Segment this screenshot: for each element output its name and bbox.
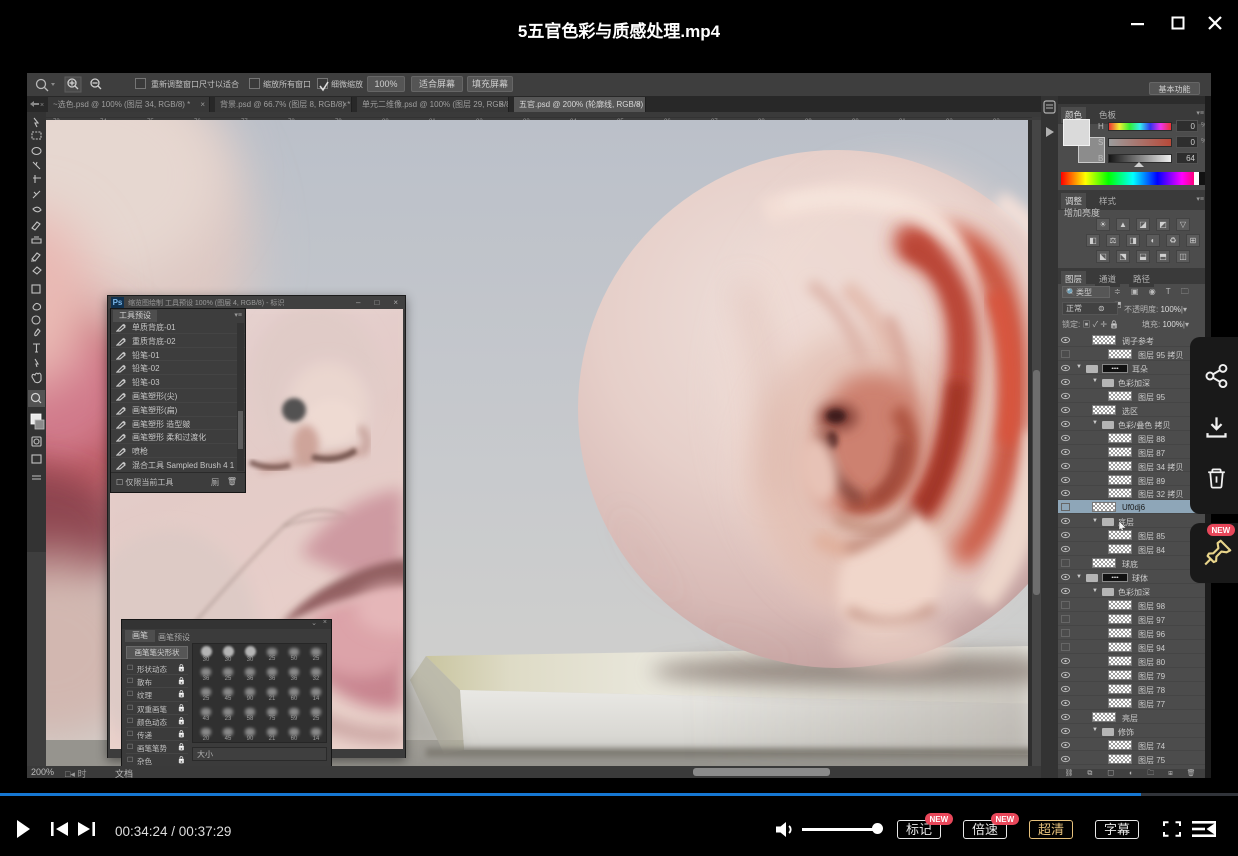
svg-text:×: × [40,102,44,109]
